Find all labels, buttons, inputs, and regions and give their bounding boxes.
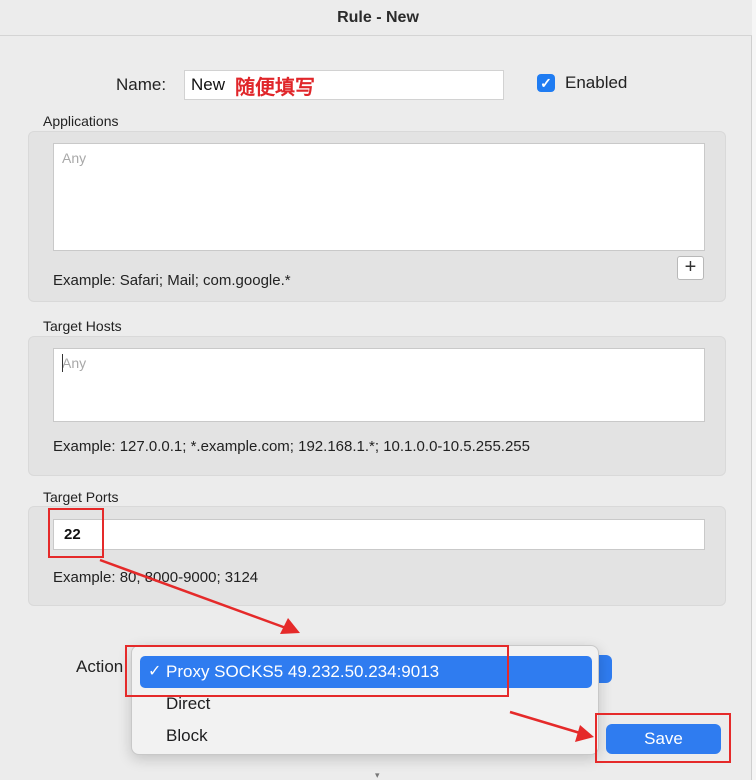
arrow-line-ports-to-action [99, 558, 287, 630]
arrow-line-action-to-save [509, 710, 581, 735]
arrow-head-action-to-save [575, 725, 594, 742]
annotation-arrows [99, 558, 594, 742]
